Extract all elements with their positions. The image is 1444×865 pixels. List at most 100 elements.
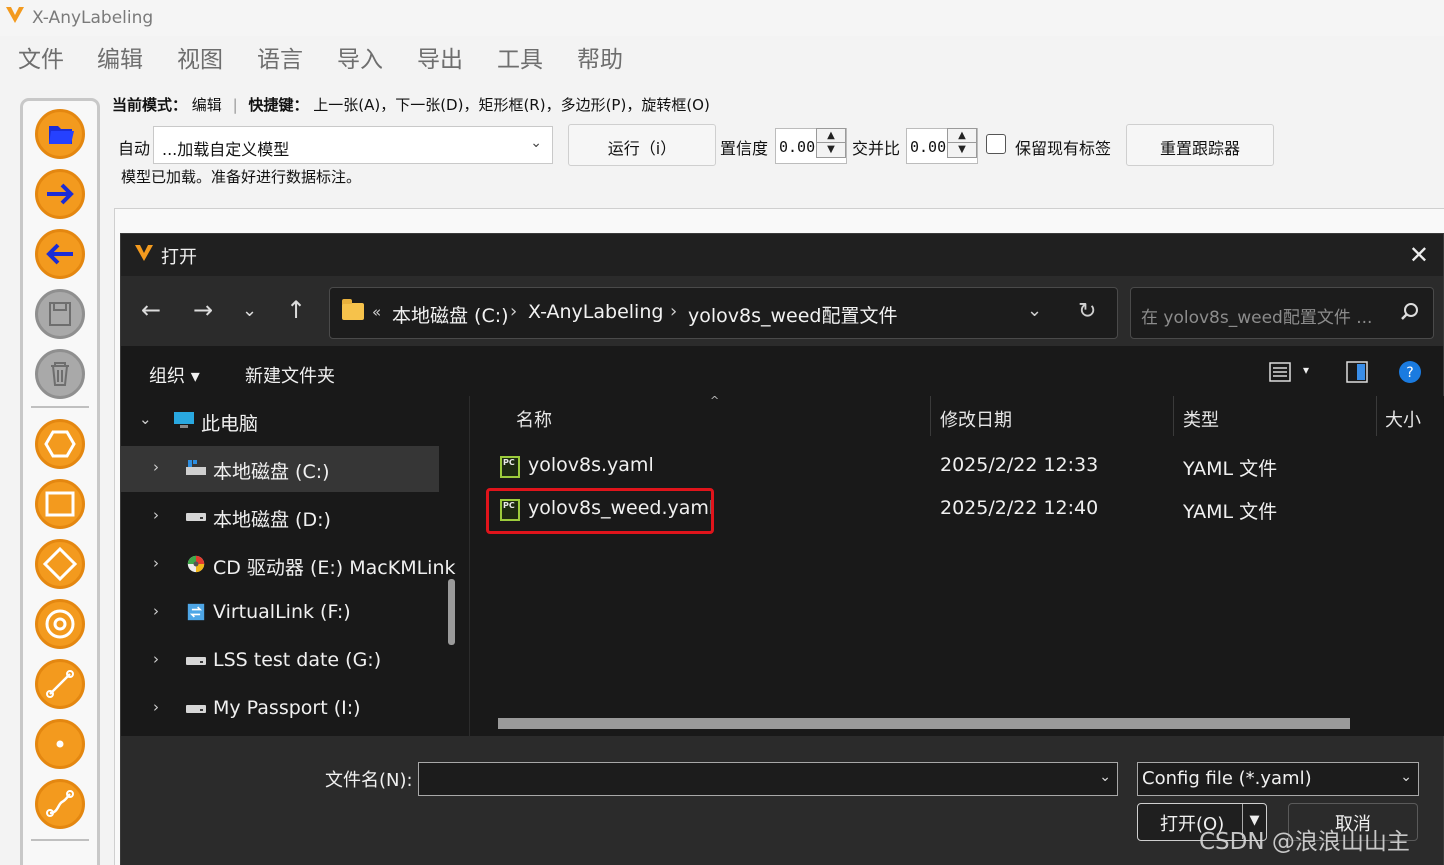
menu-view[interactable]: 视图 <box>177 40 223 74</box>
confidence-stepper[interactable]: ▲ ▼ <box>816 128 846 158</box>
rectangle-tool-button[interactable] <box>35 479 85 529</box>
forward-arrow-icon[interactable]: → <box>193 296 213 324</box>
up-arrow-icon[interactable]: ↑ <box>286 296 306 324</box>
chevron-right-icon[interactable]: › <box>670 301 677 322</box>
tree-item-e-drive[interactable]: › CD 驱动器 (E:) MacKMLink <box>121 542 456 588</box>
breadcrumb-xanylabeling[interactable]: X-AnyLabeling <box>528 301 663 323</box>
chevron-right-icon[interactable]: › <box>153 602 159 620</box>
hexagon-icon <box>44 430 76 458</box>
open-folder-button[interactable] <box>35 109 85 159</box>
column-name[interactable]: 名称 <box>516 406 552 432</box>
menu-edit[interactable]: 编辑 <box>97 40 143 74</box>
dialog-command-bar: 组织 ▾ 新建文件夹 ▾ ? <box>121 346 1443 396</box>
tree-item-label: 此电脑 <box>201 413 259 435</box>
view-options-chevron-icon[interactable]: ▾ <box>1303 363 1309 377</box>
linestrip-tool-button[interactable] <box>35 779 85 829</box>
column-divider[interactable] <box>930 396 931 436</box>
tree-item-label: CD 驱动器 (E:) MacKMLink <box>213 557 456 579</box>
model-select[interactable]: ...加载自定义模型 ⌄ <box>153 126 553 164</box>
increment-icon[interactable]: ▲ <box>948 129 976 143</box>
file-type: YAML 文件 <box>1183 458 1278 480</box>
tree-item-i-drive[interactable]: › My Passport (I:) <box>121 686 439 732</box>
column-divider[interactable] <box>1376 396 1377 436</box>
navigation-pane: ⌄ 此电脑 › 本地磁盘 (C:) › 本地磁盘 (D:) › CD 驱动器 (… <box>121 396 467 736</box>
toolbar-divider <box>31 406 89 408</box>
column-divider[interactable] <box>1173 396 1174 436</box>
menu-language[interactable]: 语言 <box>257 40 303 74</box>
nav-pane-scrollbar[interactable] <box>448 579 455 645</box>
recent-locations-icon[interactable]: ⌄ <box>242 300 257 321</box>
search-input[interactable]: 在 yolov8s_weed配置文件 ... <box>1130 287 1434 339</box>
decrement-icon[interactable]: ▼ <box>817 143 845 157</box>
windows-drive-icon <box>186 460 206 475</box>
tree-item-label: 本地磁盘 (D:) <box>213 509 331 531</box>
menu-tools[interactable]: 工具 <box>497 40 543 74</box>
increment-icon[interactable]: ▲ <box>817 129 845 143</box>
chevron-right-icon[interactable]: › <box>153 554 159 572</box>
line-tool-button[interactable] <box>35 659 85 709</box>
chevron-down-icon[interactable]: ⌄ <box>139 410 152 428</box>
next-image-button[interactable] <box>35 169 85 219</box>
folder-icon <box>49 126 74 144</box>
app-logo-icon <box>135 245 153 261</box>
organize-button[interactable]: 组织 ▾ <box>149 362 200 388</box>
tree-item-this-pc[interactable]: ⌄ 此电脑 <box>121 398 439 444</box>
file-type-select[interactable]: Config file (*.yaml) ⌄ <box>1137 762 1419 796</box>
chevron-down-icon[interactable]: ⌄ <box>1027 300 1042 321</box>
tree-item-d-drive[interactable]: › 本地磁盘 (D:) <box>121 494 439 540</box>
filename-input[interactable]: ⌄ <box>418 762 1118 796</box>
new-folder-button[interactable]: 新建文件夹 <box>245 362 335 388</box>
keep-labels-checkbox[interactable] <box>986 134 1006 154</box>
shortcut-list: 上一张(A)，下一张(D)，矩形框(R)，多边形(P)，旋转框(O) <box>313 96 710 114</box>
menu-help[interactable]: 帮助 <box>577 40 623 74</box>
chevron-right-icon[interactable]: › <box>153 698 159 716</box>
pc-icon <box>174 412 194 428</box>
column-type[interactable]: 类型 <box>1183 406 1219 432</box>
refresh-icon[interactable]: ↻ <box>1078 299 1096 324</box>
tree-item-f-drive[interactable]: › VirtualLink (F:) <box>121 590 439 636</box>
prev-image-button[interactable] <box>35 229 85 279</box>
delete-button[interactable] <box>35 349 85 399</box>
pycharm-file-icon: PC <box>500 456 520 478</box>
iou-stepper[interactable]: ▲ ▼ <box>947 128 977 158</box>
point-tool-button[interactable] <box>35 719 85 769</box>
app-title: X-AnyLabeling <box>32 8 154 28</box>
chevron-right-icon[interactable]: › <box>510 301 517 322</box>
chevron-right-icon[interactable]: › <box>153 458 159 476</box>
tree-item-g-drive[interactable]: › LSS test date (G:) <box>121 638 439 684</box>
sort-ascending-icon: ^ <box>710 394 720 407</box>
toolbar-divider <box>31 839 89 841</box>
reset-tracker-button[interactable]: 重置跟踪器 <box>1126 124 1274 166</box>
address-bar[interactable]: « 本地磁盘 (C:) › X-AnyLabeling › yolov8s_we… <box>329 287 1118 339</box>
column-size[interactable]: 大小 <box>1385 406 1421 432</box>
breadcrumb-overflow[interactable]: « <box>372 303 381 321</box>
help-icon[interactable]: ? <box>1398 360 1422 384</box>
chevron-down-icon[interactable]: ⌄ <box>1099 769 1111 785</box>
model-select-value: ...加载自定义模型 <box>162 140 290 159</box>
run-button[interactable]: 运行（i） <box>568 124 716 166</box>
breadcrumb-current-folder[interactable]: yolov8s_weed配置文件 <box>688 301 897 328</box>
save-button[interactable] <box>35 289 85 339</box>
drive-icon <box>186 657 206 665</box>
folder-icon <box>342 299 364 320</box>
menu-export[interactable]: 导出 <box>417 40 463 74</box>
decrement-icon[interactable]: ▼ <box>948 143 976 157</box>
circle-tool-button[interactable] <box>35 599 85 649</box>
horizontal-scrollbar[interactable] <box>498 718 1350 729</box>
chevron-right-icon[interactable]: › <box>153 650 159 668</box>
polygon-tool-button[interactable] <box>35 419 85 469</box>
preview-pane-icon[interactable] <box>1346 361 1368 383</box>
chevron-right-icon[interactable]: › <box>153 506 159 524</box>
view-list-icon[interactable] <box>1269 361 1291 383</box>
close-icon[interactable]: ✕ <box>1409 241 1429 269</box>
auto-label-controls: 自动 ...加载自定义模型 ⌄ 运行（i） 置信度 0.00 ▲ ▼ 交并比 0… <box>118 124 1318 168</box>
file-row[interactable]: PC yolov8s.yaml 2025/2/22 12:33 YAML 文件 <box>470 446 1444 488</box>
breadcrumb-c-drive[interactable]: 本地磁盘 (C:) <box>392 301 509 328</box>
back-arrow-icon[interactable]: ← <box>141 296 161 324</box>
file-icon-badge: PC <box>503 458 515 467</box>
menu-import[interactable]: 导入 <box>337 40 383 74</box>
menu-file[interactable]: 文件 <box>18 40 64 74</box>
rotation-tool-button[interactable] <box>35 539 85 589</box>
tree-item-c-drive[interactable]: › 本地磁盘 (C:) <box>121 446 439 492</box>
column-modified[interactable]: 修改日期 <box>940 406 1012 432</box>
